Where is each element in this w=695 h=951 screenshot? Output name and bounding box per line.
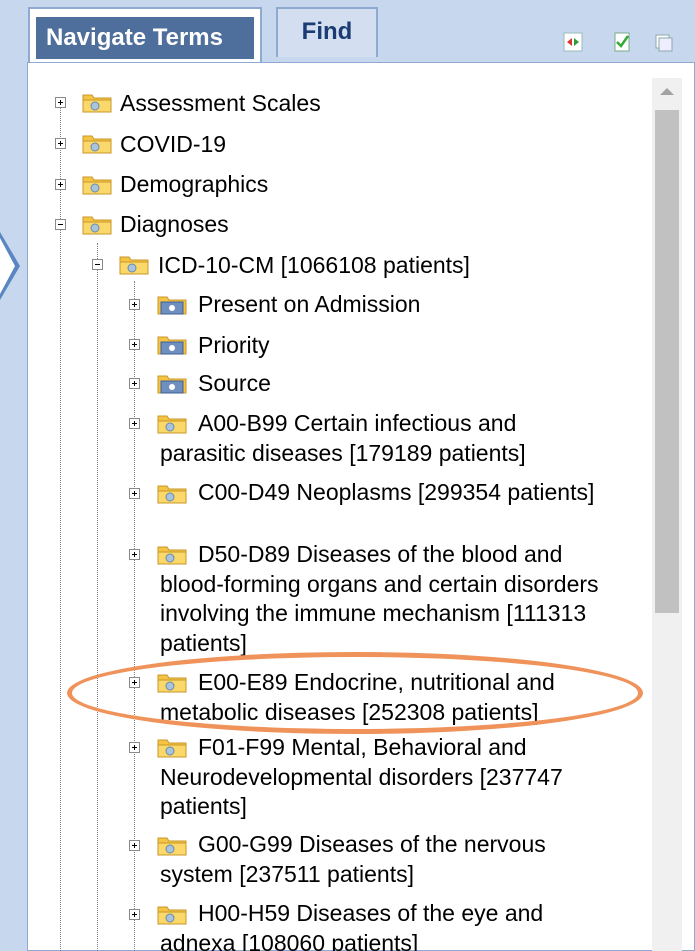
expand-toggle[interactable] bbox=[55, 179, 66, 190]
tree-node-label: Present on Admission bbox=[198, 291, 421, 317]
tree-node-label: Assessment Scales bbox=[120, 90, 321, 116]
folder-icon bbox=[82, 135, 112, 154]
tree-node-label: Source bbox=[198, 370, 271, 396]
expand-toggle[interactable] bbox=[129, 418, 140, 429]
tree-node-label: Priority bbox=[198, 332, 270, 358]
expand-toggle[interactable] bbox=[129, 840, 140, 851]
expand-toggle[interactable] bbox=[55, 138, 66, 149]
highlight-ellipse bbox=[67, 652, 643, 734]
tab-navigate-terms-label: Navigate Terms bbox=[36, 17, 254, 59]
expand-icon[interactable] bbox=[563, 32, 583, 52]
navigation-panel: Navigate Terms Find Assessment Scales CO… bbox=[0, 0, 695, 951]
pointer-arrow-inner bbox=[0, 238, 15, 294]
folder-icon bbox=[82, 94, 112, 113]
tab-navigate-terms[interactable]: Navigate Terms bbox=[28, 7, 262, 63]
tree-node-label: F01-F99 Mental, Behavioral and Neurodeve… bbox=[160, 734, 563, 819]
scrollbar-thumb[interactable] bbox=[655, 110, 679, 613]
expand-toggle[interactable] bbox=[129, 339, 140, 350]
folder-icon bbox=[119, 256, 149, 275]
tree-node-label: H00-H59 Diseases of the eye and adnexa [… bbox=[160, 900, 544, 951]
expand-toggle[interactable] bbox=[129, 488, 140, 499]
tree-node-label: G00-G99 Diseases of the nervous system [… bbox=[160, 831, 546, 887]
scroll-up-arrow[interactable] bbox=[660, 88, 674, 95]
expand-toggle[interactable] bbox=[129, 378, 140, 389]
tree-node-label: Demographics bbox=[120, 171, 269, 197]
tree-node-label: COVID-19 bbox=[120, 131, 227, 157]
expand-toggle[interactable] bbox=[129, 299, 140, 310]
tab-find[interactable]: Find bbox=[276, 7, 378, 57]
window-icon[interactable] bbox=[653, 32, 673, 52]
tree-node-label: A00-B99 Certain infectious and parasitic… bbox=[160, 410, 526, 466]
tree-node-label: ICD-10-CM [1066108 patients] bbox=[158, 252, 470, 278]
tree-node-label: D50-D89 Diseases of the blood and blood-… bbox=[160, 541, 599, 656]
modifier-folder-icon bbox=[157, 296, 187, 315]
expand-toggle[interactable] bbox=[129, 742, 140, 753]
folder-icon bbox=[82, 176, 112, 195]
collapse-toggle[interactable] bbox=[55, 219, 66, 230]
expand-toggle[interactable] bbox=[55, 97, 66, 108]
expand-toggle[interactable] bbox=[129, 549, 140, 560]
tree-node-label: C00-D49 Neoplasms [299354 patients] bbox=[198, 479, 595, 505]
collapse-toggle[interactable] bbox=[92, 259, 103, 270]
check-document-icon[interactable] bbox=[612, 32, 632, 52]
expand-toggle[interactable] bbox=[129, 909, 140, 920]
modifier-folder-icon bbox=[157, 336, 187, 355]
tree-line bbox=[97, 243, 98, 951]
tree-node-label: Diagnoses bbox=[120, 211, 229, 237]
folder-icon bbox=[82, 216, 112, 235]
modifier-folder-icon bbox=[157, 375, 187, 394]
